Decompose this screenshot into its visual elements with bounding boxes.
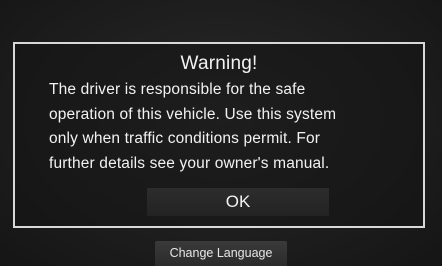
change-language-button[interactable]: Change Language [155, 241, 287, 266]
warning-dialog: Warning! The driver is responsible for t… [13, 42, 425, 228]
ok-button[interactable]: OK [147, 188, 329, 216]
warning-message-line: further details see your owner's manual. [49, 154, 330, 172]
warning-message: The driver is responsible for the safe o… [49, 78, 395, 176]
warning-message-line: only when traffic conditions permit. For [49, 130, 321, 147]
warning-message-line: operation of this vehicle. Use this syst… [49, 105, 337, 123]
warning-message-line: The driver is responsible for the safe [49, 81, 306, 98]
dialog-title: Warning! [180, 53, 258, 74]
navigation-screen: Warning! The driver is responsible for t… [0, 0, 442, 266]
